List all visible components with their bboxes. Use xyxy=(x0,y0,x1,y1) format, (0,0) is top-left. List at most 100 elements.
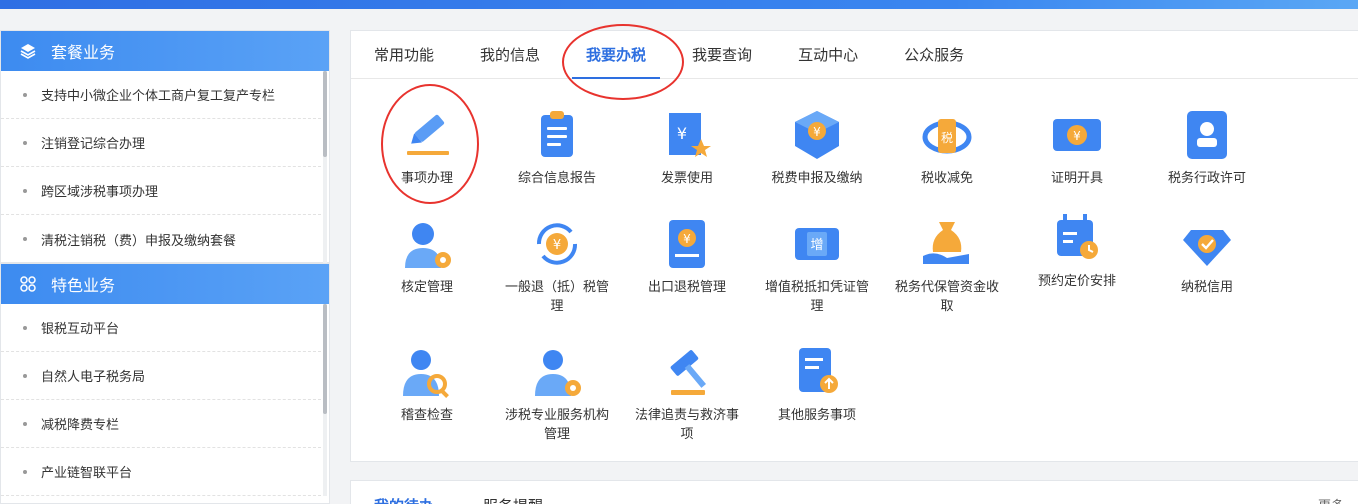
scrollbar[interactable] xyxy=(323,304,327,496)
service-label: 预约定价安排 xyxy=(1037,274,1116,289)
document-upload-icon xyxy=(799,348,838,393)
service-item-vat-voucher[interactable]: 增 增值税抵扣凭证管理 xyxy=(752,214,882,316)
list-item[interactable]: 银税互动平台 xyxy=(1,304,321,352)
special-business-list: 银税互动平台 自然人电子税务局 减税降费专栏 产业链智联平台 xyxy=(1,304,329,496)
bottom-panel: 我的待办 服务提醒 更多 xyxy=(350,480,1358,504)
list-item[interactable]: 注销登记综合办理 xyxy=(1,119,321,167)
scrollbar[interactable] xyxy=(323,71,327,263)
package-business-title: 套餐业务 xyxy=(51,43,116,62)
list-item[interactable]: 自然人电子税务局 xyxy=(1,352,321,400)
scrollbar-thumb[interactable] xyxy=(323,304,327,414)
special-business-header[interactable]: 特色业务 xyxy=(1,264,329,304)
tab-common-functions[interactable]: 常用功能 xyxy=(374,30,434,78)
svg-text:增: 增 xyxy=(810,238,823,253)
clipboard-icon xyxy=(541,111,573,157)
service-label: 税务代保管资金收取 xyxy=(894,280,999,314)
service-label: 一般退（抵）税管理 xyxy=(504,280,609,314)
service-label: 税务行政许可 xyxy=(1167,171,1246,186)
grid-icon xyxy=(19,275,37,293)
top-banner-strip xyxy=(0,0,1358,9)
tab-interaction-center[interactable]: 互动中心 xyxy=(798,30,858,78)
special-business-title: 特色业务 xyxy=(51,276,116,295)
service-item-info-report[interactable]: 综合信息报告 xyxy=(492,105,622,188)
list-item-label: 清税注销税（费）申报及缴纳套餐 xyxy=(41,233,237,249)
service-item-pricing-arrangement[interactable]: 预约定价安排 xyxy=(1012,208,1142,291)
service-label: 税费申报及缴纳 xyxy=(771,171,863,186)
service-item-tax-credit[interactable]: 纳税信用 xyxy=(1142,214,1272,297)
svg-text:¥: ¥ xyxy=(553,238,561,253)
layers-icon xyxy=(19,42,37,60)
service-label: 事项办理 xyxy=(400,171,453,186)
service-item-assessment[interactable]: 核定管理 xyxy=(362,214,492,297)
service-item-invoice[interactable]: ¥ 发票使用 xyxy=(622,105,752,188)
service-label: 发票使用 xyxy=(660,171,713,186)
service-label: 稽查检查 xyxy=(400,408,453,423)
package-business-panel: 套餐业务 支持中小微企业个体工商户复工复产专栏 注销登记综合办理 跨区域涉税事项… xyxy=(0,30,330,263)
service-label: 涉税专业服务机构管理 xyxy=(504,408,609,442)
certificate-icon: ¥ xyxy=(1053,119,1101,151)
list-item-label: 银税互动平台 xyxy=(41,322,120,337)
bullet-dot xyxy=(23,188,27,193)
svg-text:¥: ¥ xyxy=(1073,129,1081,143)
service-item-custody-funds[interactable]: 税务代保管资金收取 xyxy=(882,214,1012,316)
tax-declare-icon: ¥ xyxy=(795,111,839,159)
bullet-dot xyxy=(23,140,27,145)
refund-icon: ¥ xyxy=(536,223,578,265)
bullet-dot xyxy=(23,373,27,378)
service-item-admin-license[interactable]: 税务行政许可 xyxy=(1142,105,1272,188)
service-item-agent-management[interactable]: 涉税专业服务机构管理 xyxy=(492,342,622,444)
invoice-icon: ¥ xyxy=(669,113,711,157)
service-item-tax-relief[interactable]: 税 税收减免 xyxy=(882,105,1012,188)
service-label: 增值税抵扣凭证管理 xyxy=(764,280,869,314)
tab-my-todo[interactable]: 我的待办 xyxy=(374,495,434,504)
bullet-dot xyxy=(23,469,27,474)
bullet-dot xyxy=(23,325,27,330)
scrollbar-thumb[interactable] xyxy=(323,71,327,157)
service-label: 其他服务事项 xyxy=(777,408,856,423)
bullet-dot xyxy=(23,421,27,426)
vat-voucher-icon: 增 xyxy=(795,228,839,260)
main-tabs: 常用功能 我的信息 我要办税 我要查询 互动中心 公众服务 xyxy=(351,31,1358,79)
package-business-list: 支持中小微企业个体工商户复工复产专栏 注销登记综合办理 跨区域涉税事项办理 清税… xyxy=(1,71,329,263)
main-panel: 常用功能 我的信息 我要办税 我要查询 互动中心 公众服务 事项办理 综合信息报… xyxy=(350,30,1358,462)
tab-service-reminder[interactable]: 服务提醒 xyxy=(483,495,543,504)
service-item-export-refund[interactable]: ¥ 出口退税管理 xyxy=(622,214,752,297)
service-item-refund[interactable]: ¥ 一般退（抵）税管理 xyxy=(492,214,622,316)
tab-my-info[interactable]: 我的信息 xyxy=(480,30,540,78)
export-refund-icon: ¥ xyxy=(669,220,705,268)
tax-reduce-icon: 税 xyxy=(922,119,972,154)
package-business-header[interactable]: 套餐业务 xyxy=(1,31,329,71)
service-item-other-services[interactable]: 其他服务事项 xyxy=(752,342,882,425)
list-item[interactable]: 清税注销税（费）申报及缴纳套餐 xyxy=(1,215,321,263)
tab-query[interactable]: 我要查询 xyxy=(692,30,752,78)
user-gear-icon xyxy=(405,223,451,268)
list-item-label: 注销登记综合办理 xyxy=(41,137,146,152)
more-link[interactable]: 更多 xyxy=(1318,495,1344,504)
list-item-label: 跨区域涉税事项办理 xyxy=(41,185,159,200)
service-item-inspection[interactable]: 稽查检查 xyxy=(362,342,492,425)
tab-handle-tax[interactable]: 我要办税 xyxy=(572,30,661,79)
service-item-legal-remedy[interactable]: 法律追责与救济事项 xyxy=(622,342,752,444)
gavel-icon xyxy=(670,350,707,395)
service-label: 核定管理 xyxy=(400,280,453,295)
license-icon xyxy=(1187,111,1227,159)
service-item-certificate[interactable]: ¥ 证明开具 xyxy=(1012,105,1142,188)
svg-text:¥: ¥ xyxy=(683,232,691,246)
diamond-credit-icon xyxy=(1183,230,1231,266)
tab-public-service[interactable]: 公众服务 xyxy=(904,30,964,78)
service-label: 出口退税管理 xyxy=(647,280,726,295)
money-bag-icon xyxy=(923,222,969,264)
service-label: 证明开具 xyxy=(1050,171,1103,186)
list-item[interactable]: 减税降费专栏 xyxy=(1,400,321,448)
calendar-clock-icon xyxy=(1057,214,1098,259)
svg-text:¥: ¥ xyxy=(677,124,687,143)
special-business-panel: 特色业务 银税互动平台 自然人电子税务局 减税降费专栏 产业链智联平台 xyxy=(0,263,330,504)
list-item[interactable]: 支持中小微企业个体工商户复工复产专栏 xyxy=(1,71,321,119)
service-item-matter-handling[interactable]: 事项办理 xyxy=(362,105,492,188)
service-label: 法律追责与救济事项 xyxy=(634,408,739,442)
list-item[interactable]: 跨区域涉税事项办理 xyxy=(1,167,321,215)
list-item-label: 自然人电子税务局 xyxy=(41,370,146,385)
service-item-tax-declaration[interactable]: ¥ 税费申报及缴纳 xyxy=(752,105,882,188)
list-item[interactable]: 产业链智联平台 xyxy=(1,448,321,496)
list-item-label: 减税降费专栏 xyxy=(41,418,120,433)
